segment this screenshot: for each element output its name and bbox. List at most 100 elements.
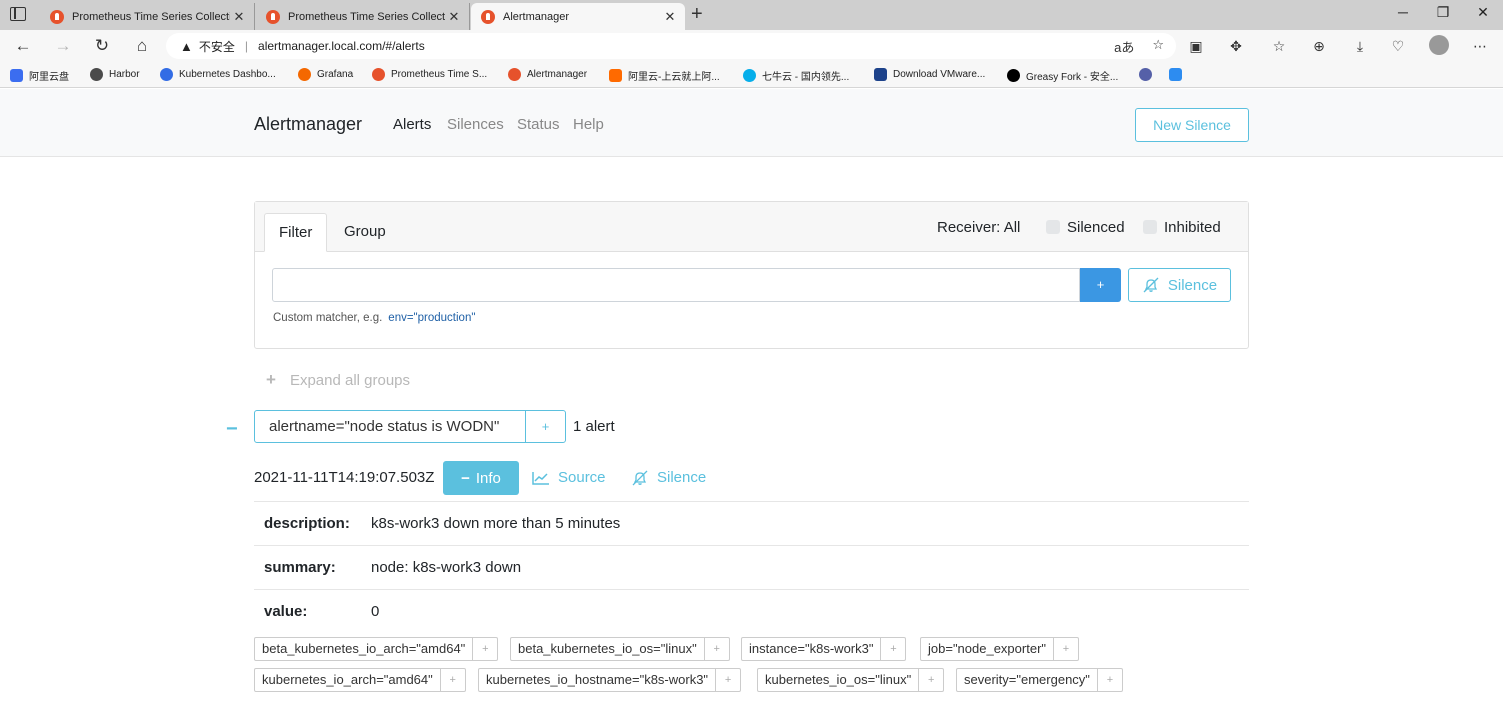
prometheus-icon xyxy=(372,68,385,81)
back-icon[interactable]: ← xyxy=(12,35,34,57)
bookmark-label: 阿里云盘 xyxy=(29,72,69,83)
nav-status[interactable]: Status xyxy=(517,116,560,133)
browser-tab-alertmanager[interactable]: Alertmanager ✕ xyxy=(471,3,685,30)
collections-icon[interactable]: ▣ xyxy=(1186,37,1206,55)
label-text[interactable]: beta_kubernetes_io_os="linux" xyxy=(510,637,705,661)
label-text[interactable]: kubernetes_io_hostname="k8s-work3" xyxy=(478,668,717,692)
tab-actions-icon[interactable] xyxy=(10,7,26,21)
bookmark-item[interactable]: Harbor xyxy=(90,68,140,81)
alert-silence-link[interactable]: Silence xyxy=(631,469,706,486)
close-window-icon[interactable]: ✕ xyxy=(1468,4,1498,21)
url-field[interactable]: ▲ 不安全 | alertmanager.local.com/#/alerts … xyxy=(166,33,1176,59)
new-silence-button[interactable]: New Silence xyxy=(1135,108,1249,142)
label-chip[interactable]: severity="emergency" + xyxy=(956,668,1123,692)
silenced-label[interactable]: Silenced xyxy=(1067,219,1125,236)
extensions-icon[interactable]: ✥ xyxy=(1226,37,1246,55)
tab-group[interactable]: Group xyxy=(330,213,400,252)
label-chip[interactable]: instance="k8s-work3" + xyxy=(741,637,907,661)
add-favorite-icon[interactable]: ☆ xyxy=(1152,37,1164,56)
bookmark-item[interactable]: Download VMware... xyxy=(874,68,985,81)
label-chip[interactable]: kubernetes_io_os="linux" + xyxy=(757,668,945,692)
nav-help[interactable]: Help xyxy=(573,116,604,133)
nav-alerts[interactable]: Alerts xyxy=(393,116,431,133)
label-text[interactable]: severity="emergency" xyxy=(956,668,1098,692)
label-add-button[interactable]: + xyxy=(716,668,742,692)
label-text[interactable]: beta_kubernetes_io_arch="amd64" xyxy=(254,637,474,661)
bookmark-item[interactable]: Grafana xyxy=(298,68,353,81)
label-add-button[interactable]: + xyxy=(919,668,945,692)
reload-icon[interactable]: ↻ xyxy=(91,35,113,57)
bookmark-item[interactable] xyxy=(1169,68,1188,81)
tab-filter[interactable]: Filter xyxy=(264,213,328,252)
brand-link[interactable]: Alertmanager xyxy=(254,114,362,135)
source-link[interactable]: Source xyxy=(532,469,606,486)
browser-tab-prometheus-2[interactable]: Prometheus Time Series Collecti ✕ xyxy=(256,3,470,30)
label-add-button[interactable]: + xyxy=(1097,668,1123,692)
label-chip[interactable]: job="node_exporter" + xyxy=(920,637,1080,661)
label-chip[interactable]: beta_kubernetes_io_os="linux" + xyxy=(510,637,730,661)
bookmark-item[interactable]: Greasy Fork - 安全... xyxy=(1007,68,1118,83)
annotation-value: k8s-work3 down more than 5 minutes xyxy=(371,515,621,532)
bookmark-item[interactable]: 阿里云盘 xyxy=(10,68,69,83)
profile-avatar-icon[interactable] xyxy=(1429,35,1449,55)
forward-icon[interactable]: → xyxy=(52,35,74,57)
security-status[interactable]: 不安全 xyxy=(199,38,235,55)
close-tab-icon[interactable]: ✕ xyxy=(230,9,248,25)
minimize-icon[interactable]: ─ xyxy=(1388,4,1418,20)
label-text[interactable]: kubernetes_io_arch="amd64" xyxy=(254,668,441,692)
group-add-filter-button[interactable]: + xyxy=(525,410,566,443)
browser-essentials-icon[interactable]: ♡ xyxy=(1388,37,1408,55)
url-divider: | xyxy=(244,39,249,53)
bookmark-item[interactable]: Alertmanager xyxy=(508,68,587,81)
hint-example: env="production" xyxy=(388,312,476,324)
label-add-button[interactable]: + xyxy=(704,637,730,661)
home-icon[interactable]: ⌂ xyxy=(131,35,153,57)
info-toggle-button[interactable]: − Info xyxy=(443,461,519,495)
read-aloud-icon[interactable]: aあ xyxy=(1114,37,1134,56)
bookmark-label: Alertmanager xyxy=(527,69,588,80)
browser-tab-prometheus-1[interactable]: Prometheus Time Series Collecti ✕ xyxy=(40,3,255,30)
label-add-button[interactable]: + xyxy=(473,637,499,661)
label-chip[interactable]: kubernetes_io_hostname="k8s-work3" + xyxy=(478,668,742,692)
alertmanager-favicon-icon xyxy=(481,9,495,24)
filter-silence-button[interactable]: Silence xyxy=(1128,268,1231,302)
label-text[interactable]: instance="k8s-work3" xyxy=(741,637,882,661)
label-add-button[interactable]: + xyxy=(881,637,907,661)
source-label: Source xyxy=(558,469,606,486)
label-chip[interactable]: kubernetes_io_arch="amd64" + xyxy=(254,668,466,692)
annotation-key: description: xyxy=(264,515,350,532)
plus-icon: + xyxy=(266,370,276,389)
close-tab-icon[interactable]: ✕ xyxy=(661,9,679,25)
receiver-select[interactable]: Receiver: All xyxy=(937,219,1020,236)
label-chip[interactable]: beta_kubernetes_io_arch="amd64" + xyxy=(254,637,499,661)
group-label-button[interactable]: alertname="node status is WODN" xyxy=(254,410,526,443)
label-text[interactable]: kubernetes_io_os="linux" xyxy=(757,668,920,692)
restore-icon[interactable]: ❐ xyxy=(1428,4,1458,21)
new-tab-button[interactable]: + xyxy=(691,3,703,25)
more-menu-icon[interactable]: ⋯ xyxy=(1470,37,1490,55)
label-text[interactable]: job="node_exporter" xyxy=(920,637,1055,661)
bookmark-item[interactable]: 阿里云-上云就上阿... xyxy=(609,68,720,83)
collapse-group-icon[interactable]: − xyxy=(226,418,238,441)
harbor-icon xyxy=(90,68,103,81)
bookmark-item[interactable]: Prometheus Time S... xyxy=(372,68,487,81)
favorites-icon[interactable]: ☆ xyxy=(1269,37,1289,55)
url-text[interactable]: alertmanager.local.com/#/alerts xyxy=(258,39,425,53)
silenced-checkbox[interactable] xyxy=(1046,220,1060,234)
bookmark-item[interactable] xyxy=(1139,68,1158,81)
nav-silences[interactable]: Silences xyxy=(447,116,504,133)
collections-add-icon[interactable]: ⊕ xyxy=(1309,37,1329,55)
alertmanager-navbar: Alertmanager Alerts Silences Status Help… xyxy=(0,89,1503,157)
bookmark-item[interactable]: Kubernetes Dashbo... xyxy=(160,68,276,81)
bookmark-item[interactable]: 七牛云 - 国内领先... xyxy=(743,68,849,83)
expand-all-groups-button[interactable]: + Expand all groups xyxy=(266,370,410,390)
add-matcher-button[interactable]: + xyxy=(1080,268,1121,302)
inhibited-label[interactable]: Inhibited xyxy=(1164,219,1221,236)
close-tab-icon[interactable]: ✕ xyxy=(445,9,463,25)
group-alert-count: 1 alert xyxy=(573,418,615,435)
filter-matcher-input[interactable] xyxy=(272,268,1080,302)
downloads-icon[interactable]: ⤓ xyxy=(1350,37,1370,55)
inhibited-checkbox[interactable] xyxy=(1143,220,1157,234)
label-add-button[interactable]: + xyxy=(440,668,466,692)
label-add-button[interactable]: + xyxy=(1054,637,1080,661)
